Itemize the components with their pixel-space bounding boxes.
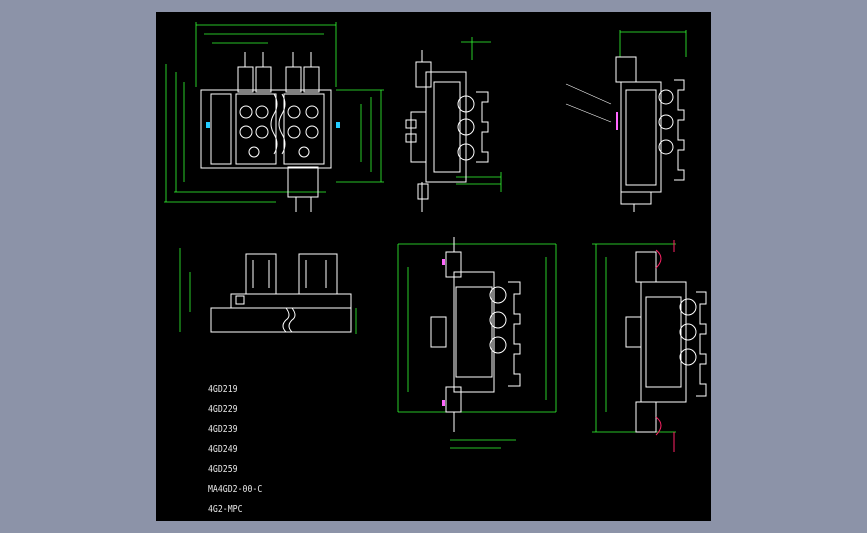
valve-front-view (397, 237, 557, 449)
model-label: 4G2-MPC (208, 504, 243, 515)
model-label: MA4GD2-00-C (208, 484, 263, 495)
manifold-top-view (164, 22, 384, 212)
valve-side-view-top (405, 37, 502, 212)
manifold-front-view (179, 248, 357, 334)
model-label: 4GD249 (208, 444, 238, 455)
model-label: 4GD259 (208, 464, 238, 475)
valve-stack (237, 52, 320, 212)
drawing-canvas[interactable]: 4GD219 4GD229 4GD239 4GD249 4GD259 MA4GD… (156, 12, 711, 521)
cad-viewer[interactable]: 4GD219 4GD229 4GD239 4GD249 4GD259 MA4GD… (0, 0, 867, 533)
ports-top-left (239, 105, 319, 158)
valve-side-view-bottom (592, 240, 707, 452)
model-label: 4GD229 (208, 404, 238, 415)
valve-side-view-right (565, 30, 687, 212)
valve-drawing (164, 22, 707, 452)
model-label: 4GD239 (208, 424, 238, 435)
model-label: 4GD219 (208, 384, 238, 395)
dim-lines-top-left (164, 22, 384, 203)
